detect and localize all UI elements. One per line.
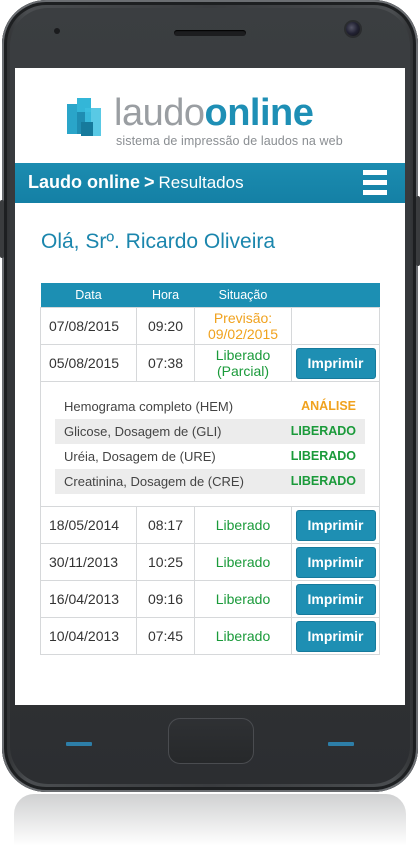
breadcrumb-current: Resultados xyxy=(158,173,244,192)
menu-key-icon[interactable] xyxy=(328,742,354,746)
exam-item: Glicose, Dosagem de (GLI) LIBERADO xyxy=(55,419,365,444)
status-released: Liberado xyxy=(215,347,271,363)
phone-reflection xyxy=(14,794,406,846)
status-forecast-label: Previsão: xyxy=(213,310,273,326)
table-row: 05/08/2015 07:38 Liberado (Parcial) Impr… xyxy=(40,344,380,382)
table-row: 10/04/2013 07:45 Liberado Imprimir xyxy=(40,617,380,655)
row-status: Previsão: 09/02/2015 xyxy=(194,307,292,345)
row-status: Liberado xyxy=(194,506,292,544)
breadcrumb-separator: > xyxy=(144,172,155,192)
table-row: 16/04/2013 09:16 Liberado Imprimir xyxy=(40,580,380,618)
status-partial: (Parcial) xyxy=(216,363,270,379)
volume-button xyxy=(0,200,4,258)
exam-detail-cell: Hemograma completo (HEM) ANÁLISE Glicose… xyxy=(40,381,380,507)
app-screen: laudoonline sistema de impressão de laud… xyxy=(15,68,405,705)
row-time: 07:45 xyxy=(136,617,195,655)
header-situacao: Situação xyxy=(194,283,292,308)
row-time: 09:16 xyxy=(136,580,195,618)
home-button[interactable] xyxy=(168,718,254,764)
exam-status: LIBERADO xyxy=(290,424,356,438)
status-released: Liberado xyxy=(215,554,271,570)
exam-name: Creatinina, Dosagem de (CRE) xyxy=(64,474,244,489)
row-time: 08:17 xyxy=(136,506,195,544)
row-time: 10:25 xyxy=(136,543,195,581)
logo-word-online: online xyxy=(204,92,314,134)
breadcrumb: Laudo online > Resultados xyxy=(28,172,244,193)
row-date: 16/04/2013 xyxy=(40,580,137,618)
row-status: Liberado (Parcial) xyxy=(194,344,292,382)
exam-detail-row: Hemograma completo (HEM) ANÁLISE Glicose… xyxy=(40,381,380,507)
table-header-row: Data Hora Situação xyxy=(40,283,380,308)
header-data: Data xyxy=(40,283,137,308)
row-action: Imprimir xyxy=(291,344,380,382)
row-date: 30/11/2013 xyxy=(40,543,137,581)
table-row: 30/11/2013 10:25 Liberado Imprimir xyxy=(40,543,380,581)
print-button[interactable]: Imprimir xyxy=(295,546,376,578)
status-released: Liberado xyxy=(215,628,271,644)
header-hora: Hora xyxy=(136,283,195,308)
exam-item: Creatinina, Dosagem de (CRE) LIBERADO xyxy=(55,469,365,494)
print-button[interactable]: Imprimir xyxy=(295,583,376,615)
row-time: 09:20 xyxy=(136,307,195,345)
print-button[interactable]: Imprimir xyxy=(295,509,376,541)
navbar: Laudo online > Resultados xyxy=(15,163,405,203)
print-button[interactable]: Imprimir xyxy=(295,620,376,652)
logo-word-laudo: laudo xyxy=(114,92,205,134)
row-date: 10/04/2013 xyxy=(40,617,137,655)
status-released: Liberado xyxy=(215,591,271,607)
exam-list: Hemograma completo (HEM) ANÁLISE Glicose… xyxy=(41,382,379,506)
header-action xyxy=(291,283,380,308)
breadcrumb-home[interactable]: Laudo online xyxy=(28,172,140,192)
status-forecast-date: 09/02/2015 xyxy=(207,326,279,342)
exam-status: LIBERADO xyxy=(290,474,356,488)
exam-name: Uréia, Dosagem de (URE) xyxy=(64,449,216,464)
hamburger-menu-icon[interactable] xyxy=(363,170,387,196)
row-status: Liberado xyxy=(194,580,292,618)
exam-item: Uréia, Dosagem de (URE) LIBERADO xyxy=(55,444,365,469)
earpiece-speaker xyxy=(174,30,246,36)
results-table: Data Hora Situação 07/08/2015 09:20 Prev… xyxy=(40,283,380,655)
logo-mark-icon xyxy=(67,98,101,136)
exam-status: ANÁLISE xyxy=(301,399,356,413)
front-camera-icon xyxy=(346,22,360,36)
row-action: Imprimir xyxy=(291,543,380,581)
row-time: 07:38 xyxy=(136,344,195,382)
row-date: 18/05/2014 xyxy=(40,506,137,544)
row-action-empty xyxy=(291,307,380,345)
row-action: Imprimir xyxy=(291,506,380,544)
back-key-icon[interactable] xyxy=(66,742,92,746)
page-title: Olá, Srº. Ricardo Oliveira xyxy=(41,230,276,253)
exam-name: Glicose, Dosagem de (GLI) xyxy=(64,424,222,439)
table-row: 07/08/2015 09:20 Previsão: 09/02/2015 xyxy=(40,307,380,345)
exam-name: Hemograma completo (HEM) xyxy=(64,399,234,414)
row-date: 05/08/2015 xyxy=(40,344,137,382)
row-status: Liberado xyxy=(194,617,292,655)
row-action: Imprimir xyxy=(291,580,380,618)
power-button xyxy=(416,196,420,266)
logo-tagline: sistema de impressão de laudos na web xyxy=(116,134,343,148)
logo-wordmark: laudoonline xyxy=(114,92,314,134)
logo[interactable]: laudoonline sistema de impressão de laud… xyxy=(15,68,405,163)
row-action: Imprimir xyxy=(291,617,380,655)
row-date: 07/08/2015 xyxy=(40,307,137,345)
status-released: Liberado xyxy=(215,517,271,533)
exam-item: Hemograma completo (HEM) ANÁLISE xyxy=(55,394,365,419)
exam-status: LIBERADO xyxy=(290,449,356,463)
proximity-sensor xyxy=(54,28,60,34)
print-button[interactable]: Imprimir xyxy=(295,347,376,379)
table-row: 18/05/2014 08:17 Liberado Imprimir xyxy=(40,506,380,544)
row-status: Liberado xyxy=(194,543,292,581)
